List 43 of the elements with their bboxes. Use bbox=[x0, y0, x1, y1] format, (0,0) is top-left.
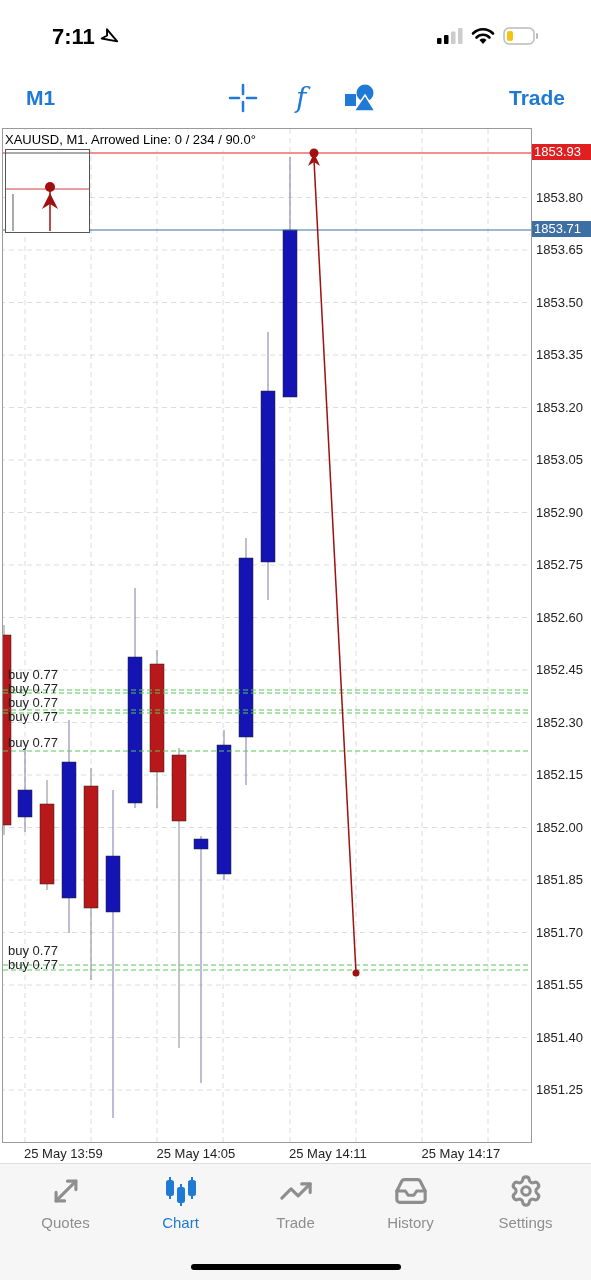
chart-title: XAUUSD, M1. Arrowed Line: 0 / 234 / 90.0° bbox=[5, 130, 256, 150]
order-label: buy 0.77 bbox=[8, 958, 58, 972]
indicators-button[interactable]: f bbox=[288, 84, 315, 112]
price-tag: 1853.93 bbox=[532, 144, 591, 160]
arrowed-line[interactable] bbox=[308, 148, 360, 977]
battery-icon bbox=[503, 27, 539, 45]
tab[interactable]: Quotes bbox=[15, 1174, 116, 1235]
order-label: buy 0.77 bbox=[8, 944, 58, 958]
price-tick: 1852.00 bbox=[536, 819, 583, 836]
price-tick: 1852.60 bbox=[536, 609, 583, 626]
price-tick: 1853.80 bbox=[536, 189, 583, 206]
price-tag: 1853.71 bbox=[532, 221, 591, 237]
price-tick: 1853.50 bbox=[536, 294, 583, 311]
price-tick: 1852.15 bbox=[536, 767, 583, 783]
price-tick: 1852.75 bbox=[536, 557, 583, 573]
price-tick: 1853.65 bbox=[536, 242, 583, 258]
time-tick: 25 May 14:17 bbox=[421, 1145, 501, 1163]
price-tick: 1851.25 bbox=[536, 1082, 583, 1098]
candlestick-icon bbox=[163, 1174, 198, 1208]
time-tick: 25 May 14:05 bbox=[156, 1145, 236, 1163]
price-tick: 1853.20 bbox=[536, 399, 583, 416]
trade-button[interactable]: Trade bbox=[508, 82, 565, 114]
crosshair-icon[interactable] bbox=[228, 83, 259, 113]
time-tick: 25 May 14:11 bbox=[289, 1145, 367, 1163]
price-tick: 1853.35 bbox=[536, 347, 583, 363]
price-tick: 1852.45 bbox=[536, 662, 583, 678]
price-tick: 1853.05 bbox=[536, 452, 583, 468]
time-tick: 25 May 13:59 bbox=[24, 1145, 103, 1163]
clock-time: 7:11 bbox=[52, 22, 95, 51]
price-tick: 1851.85 bbox=[536, 872, 583, 888]
price-tick: 1852.90 bbox=[536, 504, 583, 521]
timeframe-button[interactable]: M1 bbox=[26, 82, 56, 114]
price-tick: 1852.30 bbox=[536, 714, 583, 731]
price-tick: 1851.40 bbox=[536, 1029, 583, 1046]
wifi-icon bbox=[471, 27, 495, 45]
tab[interactable]: Trade bbox=[245, 1174, 346, 1235]
tab[interactable]: Chart bbox=[130, 1174, 231, 1235]
shapes-icon[interactable] bbox=[344, 83, 377, 113]
tab[interactable]: Settings bbox=[475, 1174, 576, 1235]
signal-icon bbox=[437, 28, 463, 44]
price-tick: 1851.55 bbox=[536, 977, 583, 993]
price-tick: 1851.70 bbox=[536, 924, 583, 941]
tab[interactable]: History bbox=[360, 1174, 461, 1235]
